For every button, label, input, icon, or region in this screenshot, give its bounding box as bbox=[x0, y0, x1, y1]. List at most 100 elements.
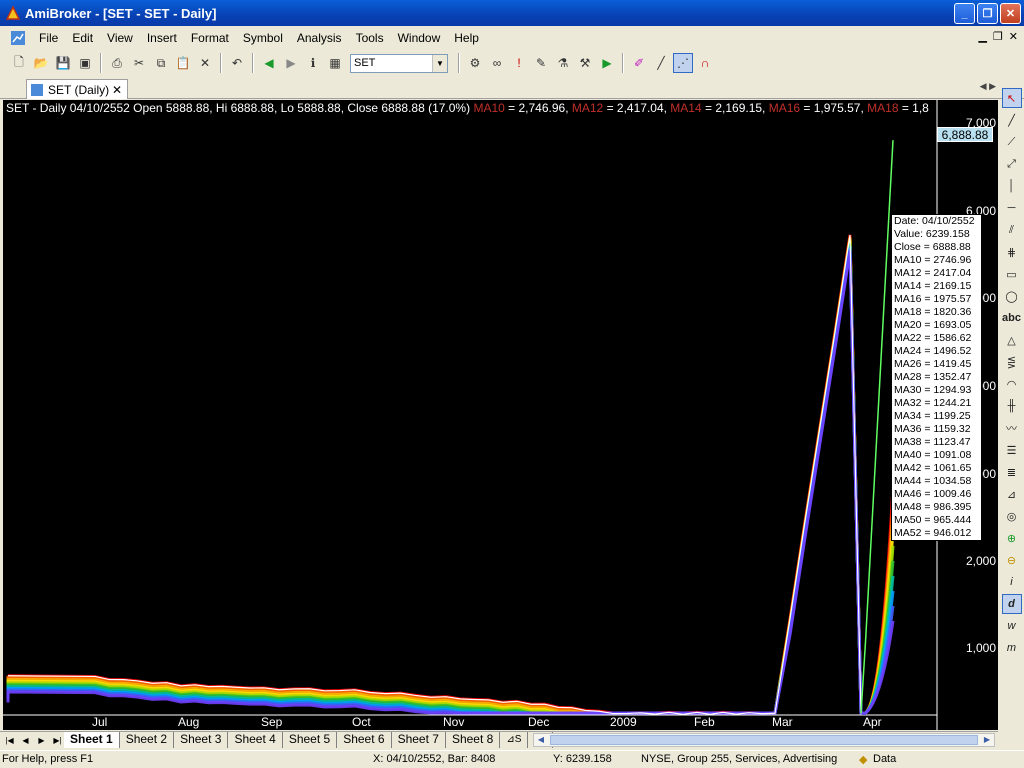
tab-set-daily[interactable]: SET (Daily) ✕ bbox=[26, 79, 128, 99]
chart-document-icon[interactable] bbox=[10, 30, 26, 46]
sheet-tab-1[interactable]: Sheet 1 bbox=[64, 732, 120, 748]
menu-tools[interactable]: Tools bbox=[349, 31, 391, 45]
info-icon[interactable]: ℹ bbox=[303, 53, 323, 73]
binoculars-icon[interactable]: ∞ bbox=[487, 53, 507, 73]
parallel-lines-icon[interactable]: ⫽ bbox=[1002, 220, 1022, 240]
scrollbar-thumb[interactable] bbox=[550, 735, 978, 745]
run-icon[interactable]: ▶ bbox=[597, 53, 617, 73]
triangle-icon[interactable]: △ bbox=[1002, 330, 1022, 350]
sheet-tab-7[interactable]: Sheet 7 bbox=[392, 732, 446, 748]
ma16-value: = 1,975.57, bbox=[800, 101, 868, 115]
menu-insert[interactable]: Insert bbox=[140, 31, 184, 45]
first-sheet-icon[interactable]: |◀ bbox=[3, 734, 16, 747]
zigzag-icon[interactable]: 〰 bbox=[1002, 418, 1022, 438]
interval-weekly-icon[interactable]: w bbox=[1002, 616, 1022, 636]
print-icon[interactable]: ⎙ bbox=[107, 53, 127, 73]
tab-scroll-arrows[interactable]: ◀ ▶ bbox=[980, 81, 996, 92]
forward-icon[interactable]: ▶ bbox=[281, 53, 301, 73]
status-bar: For Help, press F1 X: 04/10/2552, Bar: 8… bbox=[0, 750, 1024, 768]
scroll-right-icon[interactable]: ▶ bbox=[980, 734, 994, 746]
ellipse-icon[interactable]: ◯ bbox=[1002, 286, 1022, 306]
tooltip-line: MA38 = 1123.47 bbox=[894, 436, 971, 448]
ray-icon[interactable]: ⟋ bbox=[1002, 132, 1022, 152]
menu-file[interactable]: File bbox=[32, 31, 65, 45]
open-folder-icon[interactable]: 📂 bbox=[31, 53, 51, 73]
horizontal-scrollbar[interactable]: ◀ ▶ bbox=[533, 733, 995, 747]
sheet-tab-6[interactable]: Sheet 6 bbox=[337, 732, 392, 748]
menu-format[interactable]: Format bbox=[184, 31, 236, 45]
notepad-icon[interactable]: ✎ bbox=[531, 53, 551, 73]
gear-icon[interactable]: ⚙ bbox=[465, 53, 485, 73]
fibonacci-icon[interactable]: ☰ bbox=[1002, 440, 1022, 460]
symbol-select[interactable]: SET ▼ bbox=[350, 53, 448, 73]
fib-extension-icon[interactable]: ≣ bbox=[1002, 462, 1022, 482]
sheet-tab-8[interactable]: Sheet 8 bbox=[446, 732, 501, 748]
mdi-restore-button[interactable]: ❐ bbox=[993, 30, 1003, 43]
trendline-icon[interactable]: ╱ bbox=[1002, 110, 1022, 130]
next-sheet-icon[interactable]: ▶ bbox=[35, 734, 48, 747]
scroll-left-icon[interactable]: ◀ bbox=[534, 734, 548, 746]
cut-icon[interactable]: ✂ bbox=[129, 53, 149, 73]
back-icon[interactable]: ◀ bbox=[259, 53, 279, 73]
calendar-icon[interactable]: ▦ bbox=[325, 53, 345, 73]
undo-icon[interactable]: ↶ bbox=[227, 53, 247, 73]
chart-canvas[interactable] bbox=[3, 100, 998, 730]
vertical-line-icon[interactable]: │ bbox=[1002, 176, 1022, 196]
menu-view[interactable]: View bbox=[100, 31, 140, 45]
menu-window[interactable]: Window bbox=[391, 31, 448, 45]
save-icon[interactable]: 💾 bbox=[53, 53, 73, 73]
cycle-lines-icon[interactable]: ╫ bbox=[1002, 396, 1022, 416]
highlighter-icon[interactable]: ✐ bbox=[629, 53, 649, 73]
sheet-tab-4[interactable]: Sheet 4 bbox=[228, 732, 283, 748]
menu-help[interactable]: Help bbox=[447, 31, 486, 45]
menu-analysis[interactable]: Analysis bbox=[290, 31, 349, 45]
restore-button[interactable]: ❐ bbox=[977, 3, 998, 24]
minimize-button[interactable]: _ bbox=[954, 3, 975, 24]
gann-fan-icon[interactable]: ⊿ bbox=[1002, 484, 1022, 504]
circles-icon[interactable]: ◎ bbox=[1002, 506, 1022, 526]
price-chart[interactable]: SET - Daily 04/10/2552 Open 5888.88, Hi … bbox=[3, 100, 998, 730]
optimize-icon[interactable]: ⚒ bbox=[575, 53, 595, 73]
tooltip-line: MA30 = 1294.93 bbox=[894, 384, 972, 396]
sheet-tab-5[interactable]: Sheet 5 bbox=[283, 732, 338, 748]
close-icon[interactable]: ✕ bbox=[112, 83, 122, 97]
alert-icon[interactable]: ! bbox=[509, 53, 529, 73]
magnet-icon[interactable]: ∩ bbox=[695, 53, 715, 73]
delete-icon[interactable]: ✕ bbox=[195, 53, 215, 73]
scan-icon[interactable]: ⚗ bbox=[553, 53, 573, 73]
menu-symbol[interactable]: Symbol bbox=[236, 31, 290, 45]
arc-icon[interactable]: ◠ bbox=[1002, 374, 1022, 394]
menu-edit[interactable]: Edit bbox=[65, 31, 100, 45]
data-tooltip: Date: 04/10/2552 Value: 6239.158 Close = 6… bbox=[891, 214, 982, 541]
interval-monthly-icon[interactable]: m bbox=[1002, 638, 1022, 658]
zoom-in-icon[interactable]: ⊕ bbox=[1002, 528, 1022, 548]
paste-icon[interactable]: 📋 bbox=[173, 53, 193, 73]
save-all-icon[interactable]: ▣ bbox=[75, 53, 95, 73]
mdi-minimize-button[interactable]: ▁ bbox=[978, 30, 986, 43]
interval-i-icon[interactable]: i bbox=[1002, 572, 1022, 592]
text-icon[interactable]: abc bbox=[1002, 308, 1022, 328]
mdi-close-button[interactable]: ✕ bbox=[1009, 30, 1018, 43]
rectangle-icon[interactable]: ▭ bbox=[1002, 264, 1022, 284]
last-sheet-icon[interactable]: ▶| bbox=[51, 734, 64, 747]
status-info: NYSE, Group 255, Services, Advertising bbox=[641, 753, 838, 765]
interval-daily-icon[interactable]: d bbox=[1001, 594, 1022, 614]
line-draw-icon[interactable]: ╱ bbox=[651, 53, 671, 73]
zoom-out-icon[interactable]: ⊖ bbox=[1002, 550, 1022, 570]
prev-sheet-icon[interactable]: ◀ bbox=[19, 734, 32, 747]
sheet-tab-3[interactable]: Sheet 3 bbox=[174, 732, 229, 748]
close-button[interactable]: ✕ bbox=[1000, 3, 1021, 24]
dotted-line-icon[interactable]: ⋰ bbox=[673, 53, 693, 73]
ma16-name: MA16 bbox=[768, 101, 801, 115]
add-sheet-s[interactable]: ⊿S bbox=[500, 732, 529, 748]
tooltip-line: MA22 = 1586.62 bbox=[894, 332, 972, 344]
chevron-down-icon[interactable]: ▼ bbox=[432, 54, 447, 72]
extended-line-icon[interactable]: ⤢ bbox=[1002, 154, 1022, 174]
copy-icon[interactable]: ⧉ bbox=[151, 53, 171, 73]
fan-icon[interactable]: ⋚ bbox=[1002, 352, 1022, 372]
new-file-icon[interactable]: 🗋 bbox=[9, 53, 29, 73]
sheet-tab-2[interactable]: Sheet 2 bbox=[120, 732, 175, 748]
channel-icon[interactable]: ⋕ bbox=[1002, 242, 1022, 262]
select-arrow-icon[interactable]: ↖ bbox=[1001, 88, 1022, 108]
horizontal-line-icon[interactable]: ─ bbox=[1002, 198, 1022, 218]
